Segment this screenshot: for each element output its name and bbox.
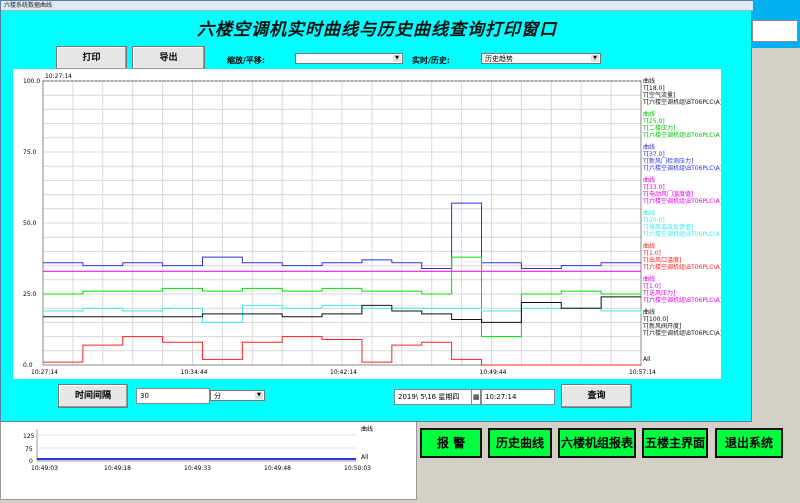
calendar-icon[interactable]: ▦ — [471, 389, 481, 405]
mode-value: 历史趋势 — [485, 55, 513, 63]
legend-entry: T[出风口温度] — [642, 256, 681, 264]
y-tick-label: 0.0 — [23, 362, 33, 369]
unit-select[interactable]: 分 ▼ — [210, 390, 265, 401]
x-tick-label: 10:27:14 — [31, 369, 58, 376]
mode-select[interactable]: 历史趋势 ▼ — [481, 53, 601, 64]
legend-entry: T[33.0] — [642, 184, 665, 191]
mini-y-tick: 75 — [25, 446, 33, 453]
legend-entry: T[100.0] — [642, 316, 669, 323]
x-tick-label: 10:42:14 — [330, 369, 357, 376]
y-tick-label: 100.0 — [23, 78, 40, 85]
zoom-label: 缩放/平移: — [227, 56, 266, 65]
alarm-button[interactable]: 报 警 — [420, 428, 482, 458]
sixth-floor-report-button[interactable]: 六楼机组报表 — [558, 428, 636, 458]
chart-grid — [42, 80, 642, 366]
legend-entry: T[六楼空调机组\BT06PLC\A] — [642, 263, 721, 271]
exit-system-button[interactable]: 退出系统 — [715, 428, 783, 458]
legend-entry: 曲线 — [643, 308, 655, 316]
mini-trend-chart: 125 75 0 10:49:03 10:49:18 10:49:33 10:4… — [23, 425, 373, 472]
date-picker[interactable]: 2019\ 5\16 星期四 — [394, 389, 472, 405]
zoom-select[interactable]: ▼ — [295, 53, 403, 64]
legend-entry: T[六楼空调机组\BT06PLC\A] — [642, 164, 721, 172]
legend-entry: T[六楼空调机组\BT06PLC\A] — [642, 197, 721, 205]
mini-x-tick: 10:49:33 — [184, 465, 211, 472]
time-input[interactable]: 10:27:14 — [481, 389, 555, 405]
page-title: 六楼空调机实时曲线与历史曲线查询打印窗口 — [197, 20, 557, 40]
legend-entry: 曲线 — [643, 77, 655, 85]
chevron-down-icon: ▼ — [591, 55, 599, 62]
legend-entry: 曲线 — [643, 242, 655, 250]
legend-entry: T[排风温度反馈值] — [642, 223, 693, 231]
legend-entry: T[空气流量] — [642, 91, 675, 99]
query-button[interactable]: 查询 — [561, 384, 632, 408]
y-tick-label: 50.0 — [23, 220, 37, 227]
mini-x-tick: 10:49:18 — [104, 465, 131, 472]
legend-all: All — [643, 356, 651, 363]
legend-entry: 曲线 — [643, 176, 655, 184]
legend-entry: T[送风压力] — [642, 289, 675, 297]
cursor-time-label: 10:27:14 — [45, 73, 72, 80]
legend-entry: T[25.0] — [642, 118, 665, 125]
mini-x-tick: 10:50:03 — [344, 465, 371, 472]
legend-entry: T[六楼空调机组\BT06PLC\A] — [642, 98, 721, 106]
y-tick-label: 25.0 — [23, 291, 37, 298]
legend-entry: 曲线 — [643, 143, 655, 151]
legend-entry: T[20.0] — [642, 217, 665, 224]
mini-trend-panel: 125 75 0 10:49:03 10:49:18 10:49:33 10:4… — [0, 418, 417, 500]
legend-entry: T[六楼空调机组\BT06PLC\A] — [642, 230, 721, 238]
mode-label: 实时/历史: — [412, 56, 451, 65]
mini-x-tick: 10:49:48 — [264, 465, 291, 472]
fifth-floor-main-button[interactable]: 五楼主界面 — [642, 428, 708, 458]
print-button[interactable]: 打印 — [56, 46, 127, 70]
mini-y-tick: 125 — [23, 433, 35, 440]
mini-x-tick: 10:49:03 — [31, 465, 58, 472]
legend-entry: 曲线 — [643, 275, 655, 283]
export-button[interactable]: 导出 — [132, 46, 205, 70]
background-input[interactable] — [752, 20, 798, 42]
legend-entry: T[六楼空调机组\BT06PLC\A] — [642, 296, 721, 304]
legend-entry: T[18.0] — [642, 85, 665, 92]
mini-legend-all: All — [361, 454, 369, 461]
mini-legend: 曲线 — [361, 425, 373, 433]
legend-entry: T[电动风门温度值] — [642, 190, 693, 198]
chevron-down-icon: ▼ — [255, 392, 263, 399]
history-curve-button[interactable]: 历史曲线 — [488, 428, 552, 458]
legend-entry: 曲线 — [643, 110, 655, 118]
legend-entry: T[新风门检测压力] — [642, 157, 693, 165]
x-tick-label: 10:57:14 — [629, 369, 656, 376]
chevron-down-icon: ▼ — [393, 55, 401, 62]
legend-entry: T[二楼压力] — [642, 124, 675, 132]
trend-dialog: 六楼系统数据曲线 六楼空调机实时曲线与历史曲线查询打印窗口 打印 导出 缩放/平… — [0, 0, 753, 422]
unit-value: 分 — [214, 392, 221, 400]
legend-entry: T[六楼空调机组\BT06PLC\A] — [642, 329, 721, 337]
legend-entry: T[1.0] — [642, 250, 661, 257]
x-tick-label: 10:49:44 — [480, 369, 507, 376]
window-title: 六楼系统数据曲线 — [1, 1, 753, 11]
legend-entry: 曲线 — [643, 209, 655, 217]
interval-input[interactable]: 30 — [136, 388, 210, 404]
legend-entry: T[六楼空调机组\BT06PLC\A] — [642, 131, 721, 139]
legend-entry: T[新风阀开度] — [642, 322, 681, 330]
legend-entry: T[1.0] — [642, 283, 661, 290]
x-tick-label: 10:34:44 — [181, 369, 208, 376]
trend-chart-svg[interactable]: 100.075.050.025.00.010:27:14 10:34:44 10:4… — [13, 69, 722, 379]
trend-chart[interactable]: 100.0 75.0 50.0 25.0 0.0 10:27:14 10:34:44 10:4… — [13, 69, 722, 379]
mini-y-tick: 0 — [29, 458, 33, 465]
interval-button[interactable]: 时间间隔 — [58, 384, 128, 408]
legend-entry: T[37.0] — [642, 151, 665, 158]
y-tick-label: 75.0 — [23, 149, 37, 156]
